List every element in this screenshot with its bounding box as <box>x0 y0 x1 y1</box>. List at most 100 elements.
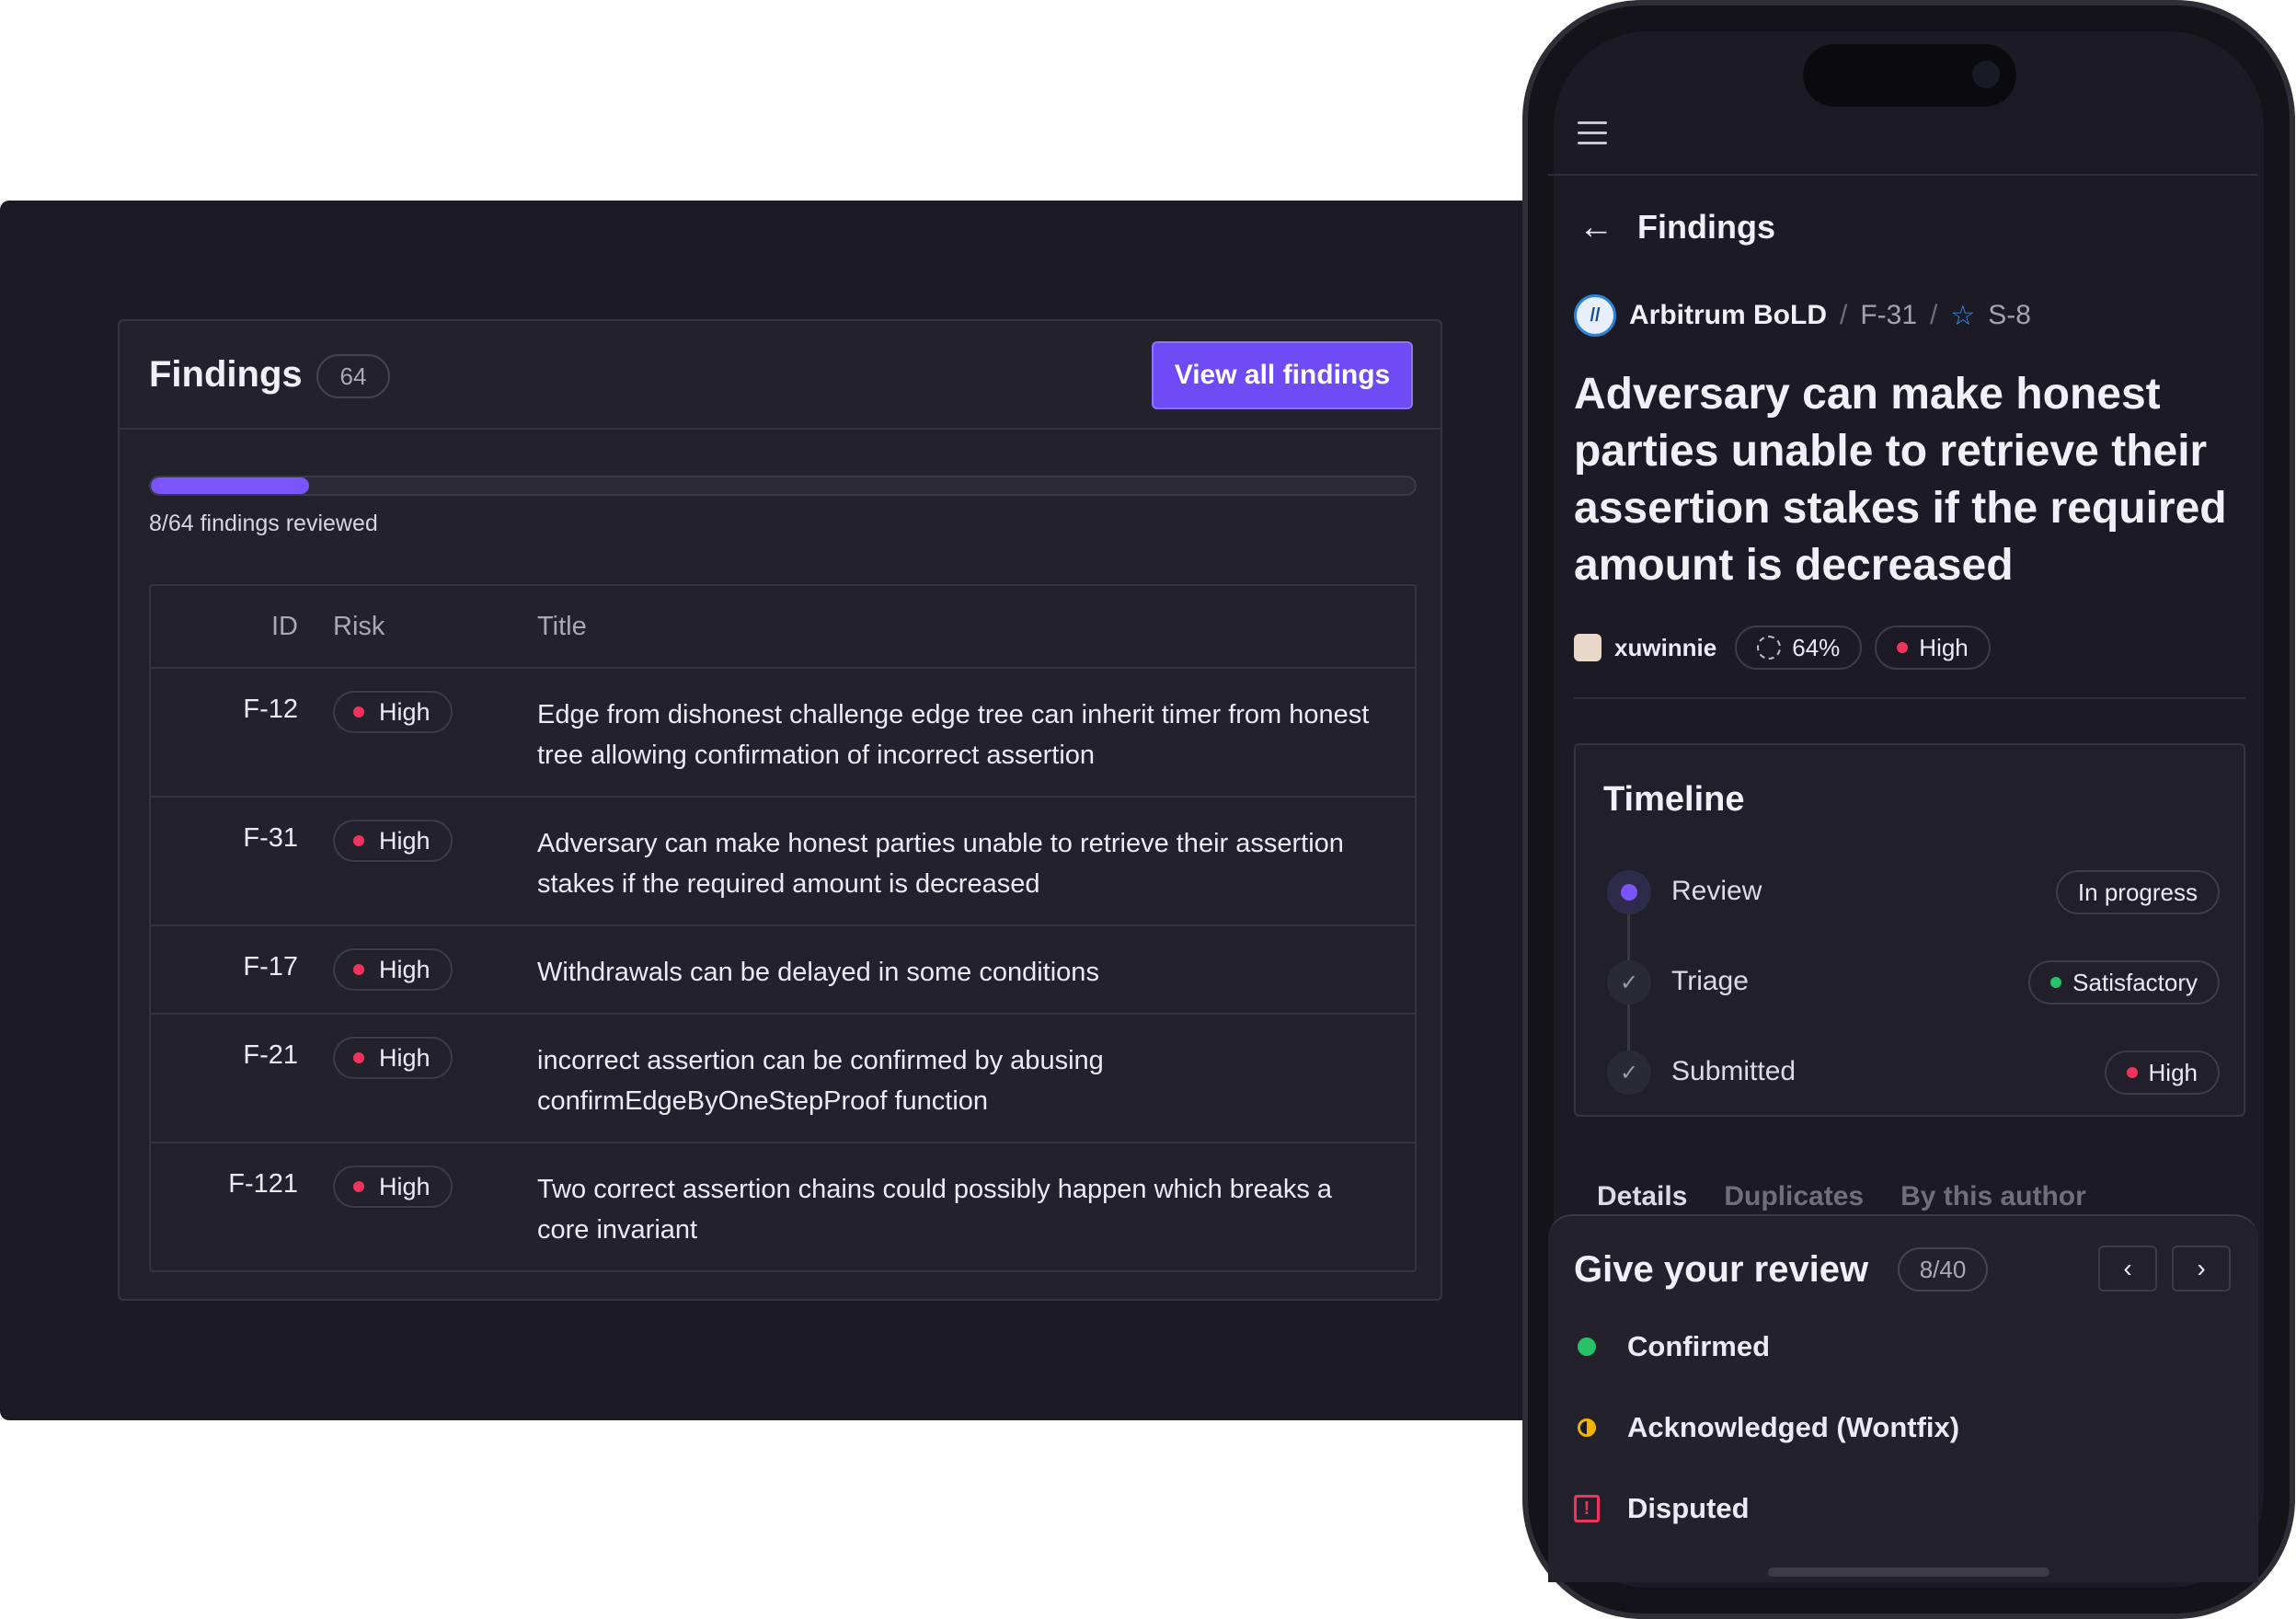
risk-dot <box>2126 1067 2138 1078</box>
risk-dot <box>353 1181 364 1192</box>
risk-label: High <box>1919 633 1969 661</box>
finding-id: F-121 <box>228 1169 298 1199</box>
breadcrumb-submission[interactable]: S-8 <box>1988 300 2031 331</box>
risk-badge: High <box>333 820 453 862</box>
risk-dot <box>353 1052 364 1063</box>
findings-card-header: Findings 64 View all findings <box>120 321 1441 430</box>
breadcrumb-finding[interactable]: F-31 <box>1860 300 1917 331</box>
breadcrumb-project[interactable]: Arbitrum BoLD <box>1629 300 1827 331</box>
confirmed-icon <box>1578 1338 1596 1356</box>
timeline-card: Timeline Review In progress ✓ Triage Sat… <box>1574 743 2245 1117</box>
desktop-panel: Findings 64 View all findings 8/64 findi… <box>0 201 1545 1420</box>
risk-dot <box>353 706 364 718</box>
project-logo-icon: // <box>1574 294 1616 337</box>
risk-dot <box>1897 642 1909 653</box>
risk-badge: High <box>333 1037 453 1079</box>
home-indicator[interactable] <box>1768 1567 2049 1577</box>
status-label: High <box>2148 1058 2198 1086</box>
finding-title[interactable]: incorrect assertion can be confirmed by … <box>151 1015 1415 1142</box>
view-all-findings-button[interactable]: View all findings <box>1152 341 1413 409</box>
header-divider <box>1548 174 2258 176</box>
in-progress-icon <box>1607 870 1651 914</box>
back-label[interactable]: Findings <box>1637 208 1775 247</box>
risk-label: High <box>379 955 430 983</box>
finding-heading: Adversary can make honest parties unable… <box>1574 370 2227 590</box>
review-title: Give your review <box>1574 1249 1869 1290</box>
option-label: Disputed <box>1627 1492 1750 1524</box>
timeline-label: Triage <box>1671 966 1749 996</box>
findings-card: Findings 64 View all findings 8/64 findi… <box>118 319 1442 1301</box>
review-progress-fill <box>151 477 309 494</box>
timeline-item-review: Review In progress <box>1576 865 2247 920</box>
breadcrumb-separator: / <box>1839 300 1848 330</box>
tab-by-this-author[interactable]: By this author <box>1900 1181 2086 1212</box>
findings-table: ID Risk Title F-12 High Edge from dishon… <box>149 584 1417 1272</box>
check-icon: ✓ <box>1607 960 1651 1005</box>
finding-id: F-21 <box>243 1040 298 1070</box>
table-row[interactable]: F-121 High Two correct assertion chains … <box>151 1143 1415 1270</box>
risk-badge: High <box>333 948 453 991</box>
finding-id: F-31 <box>243 823 298 853</box>
risk-label: High <box>379 697 430 726</box>
timeline-title: Timeline <box>1603 780 1745 819</box>
hamburger-menu-icon[interactable] <box>1578 121 1607 145</box>
target-icon <box>1757 636 1782 660</box>
status-badge: High <box>2104 1051 2220 1095</box>
risk-dot <box>353 964 364 975</box>
author-name[interactable]: xuwinnie <box>1614 634 1716 662</box>
option-label: Confirmed <box>1627 1330 1770 1362</box>
risk-badge: High <box>333 1165 453 1208</box>
table-header: ID Risk Title <box>151 586 1415 669</box>
column-header-id: ID <box>271 612 298 641</box>
review-option-disputed[interactable]: ! Disputed <box>1574 1492 1750 1525</box>
camera-icon <box>1972 61 2000 88</box>
finding-title[interactable]: Two correct assertion chains could possi… <box>151 1143 1415 1270</box>
avatar <box>1574 634 1601 661</box>
score-badge: 64% <box>1735 626 1863 670</box>
finding-title[interactable]: Edge from dishonest challenge edge tree … <box>151 669 1415 796</box>
timeline-item-submitted: ✓ Submitted High <box>1576 1045 2247 1100</box>
review-progress-bar <box>149 476 1417 496</box>
finding-id: F-17 <box>243 952 298 982</box>
risk-label: High <box>379 1043 430 1072</box>
dynamic-island <box>1803 44 2016 107</box>
finding-id: F-12 <box>243 695 298 724</box>
breadcrumb-separator: / <box>1930 300 1938 330</box>
next-button[interactable]: › <box>2172 1246 2231 1292</box>
table-row[interactable]: F-21 High incorrect assertion can be con… <box>151 1015 1415 1143</box>
chevron-left-icon: ‹ <box>2123 1254 2132 1282</box>
findings-count-badge: 64 <box>316 354 390 398</box>
previous-button[interactable]: ‹ <box>2098 1246 2157 1292</box>
column-header-title: Title <box>537 612 587 641</box>
tab-duplicates[interactable]: Duplicates <box>1724 1181 1864 1212</box>
findings-title: Findings <box>149 354 303 395</box>
review-progress-label: 8/64 findings reviewed <box>149 511 378 536</box>
status-label: Satisfactory <box>2072 968 2198 996</box>
status-label: In progress <box>2077 878 2198 906</box>
acknowledged-icon <box>1578 1418 1596 1437</box>
table-row[interactable]: F-17 High Withdrawals can be delayed in … <box>151 926 1415 1015</box>
table-row[interactable]: F-31 High Adversary can make honest part… <box>151 798 1415 926</box>
review-option-acknowledged[interactable]: Acknowledged (Wontfix) <box>1574 1411 1959 1444</box>
star-icon: ☆ <box>1950 300 1976 331</box>
risk-label: High <box>379 1172 430 1200</box>
option-label: Acknowledged (Wontfix) <box>1627 1411 1960 1443</box>
detail-tabs: Details Duplicates By this author <box>1597 1181 2086 1212</box>
check-icon: ✓ <box>1607 1051 1651 1095</box>
risk-label: High <box>379 826 430 855</box>
table-row[interactable]: F-12 High Edge from dishonest challenge … <box>151 669 1415 798</box>
review-sheet: Give your review 8/40 ‹ › Confirmed Ackn… <box>1548 1214 2258 1582</box>
timeline-label: Submitted <box>1671 1056 1797 1086</box>
finding-title[interactable]: Adversary can make honest parties unable… <box>151 798 1415 924</box>
breadcrumb: // Arbitrum BoLD / F-31 / ☆ S-8 <box>1574 294 2031 337</box>
tab-details[interactable]: Details <box>1597 1181 1687 1212</box>
column-header-risk: Risk <box>333 612 385 641</box>
finding-meta: xuwinnie 64% High <box>1574 626 1991 670</box>
review-count-badge: 8/40 <box>1898 1247 1988 1292</box>
chevron-right-icon: › <box>2197 1254 2206 1282</box>
timeline-item-triage: ✓ Triage Satisfactory <box>1576 955 2247 1010</box>
risk-dot <box>353 835 364 846</box>
back-arrow-icon[interactable]: ← <box>1578 210 1613 245</box>
risk-badge: High <box>1875 626 1991 670</box>
review-option-confirmed[interactable]: Confirmed <box>1574 1330 1770 1363</box>
